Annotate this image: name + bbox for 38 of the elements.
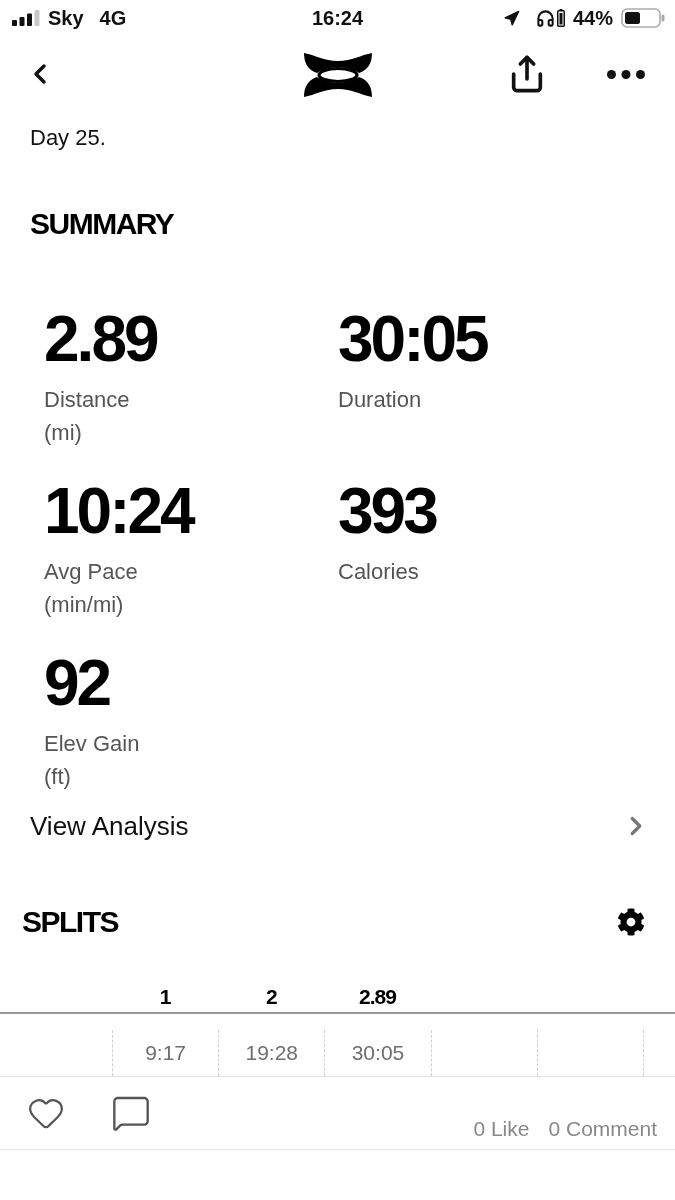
stat-value: 30:05 xyxy=(338,307,487,371)
settings-button[interactable] xyxy=(617,908,645,936)
stat-label: Elev Gain xyxy=(44,730,140,758)
stat-label: Duration xyxy=(338,386,422,414)
network-type: 4G xyxy=(99,6,127,30)
stat-unit: (ft) xyxy=(44,763,71,791)
split-distance: 1 xyxy=(159,985,171,1009)
status-time: 16:24 xyxy=(311,6,364,30)
more-icon xyxy=(607,69,645,79)
split-time: 19:28 xyxy=(245,1041,299,1065)
stat-value: 393 xyxy=(338,479,436,543)
split-time: 30:05 xyxy=(351,1041,405,1065)
battery-icon xyxy=(556,9,565,27)
comment-count[interactable]: 0 Comment xyxy=(548,1117,657,1141)
split-distance: 2.89 xyxy=(359,985,396,1009)
section-title: SPLITS xyxy=(22,904,118,940)
split-distance: 2 xyxy=(265,985,277,1009)
carrier-name: Sky xyxy=(48,6,84,30)
headphones-icon xyxy=(535,8,555,28)
stat-label: Distance xyxy=(44,386,130,414)
split-time: 9:17 xyxy=(145,1041,187,1065)
battery-icon xyxy=(621,8,665,28)
settings-icon xyxy=(617,908,645,936)
more-button[interactable] xyxy=(607,69,645,79)
stat-unit: (mi) xyxy=(44,419,82,447)
logo-icon xyxy=(302,52,373,98)
section-title: SUMMARY xyxy=(30,206,174,242)
stat-value: 10:24 xyxy=(44,479,193,543)
stat-value: 2.89 xyxy=(44,307,157,371)
activity-description: Day 25. xyxy=(30,124,106,152)
signal-icon xyxy=(12,10,40,26)
like-count[interactable]: 0 Like xyxy=(473,1117,530,1141)
battery-percentage: 44% xyxy=(572,6,613,30)
stat-value: 92 xyxy=(44,651,110,715)
stat-unit: (min/mi) xyxy=(44,591,124,619)
stat-label: Calories xyxy=(338,558,419,586)
stat-label: Avg Pace xyxy=(44,558,138,586)
location-icon xyxy=(502,9,520,27)
